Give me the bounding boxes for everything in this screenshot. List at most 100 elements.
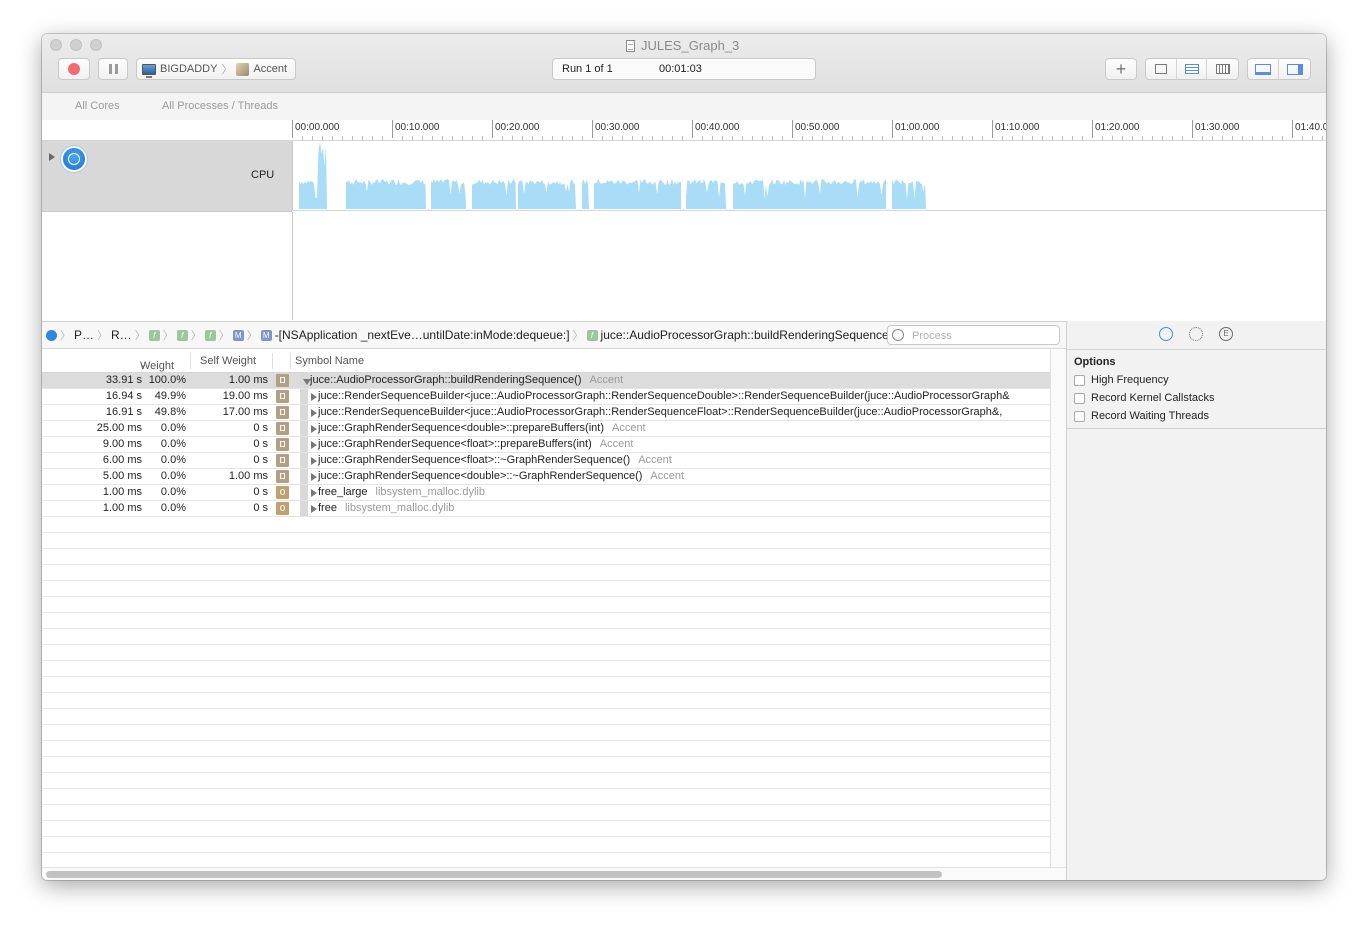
weight-cell: 9.00 ms: [102, 438, 142, 450]
right-panel-icon: [1286, 63, 1303, 75]
jump-function[interactable]: juce::AudioProcessorGraph::buildRenderin…: [601, 328, 897, 342]
gear-icon[interactable]: [1189, 327, 1203, 341]
jump-thread[interactable]: R…: [111, 328, 132, 342]
self-weight-column-header[interactable]: Self Weight: [200, 355, 256, 367]
jump-process[interactable]: P…: [74, 328, 94, 342]
ruler-minor-tick: [622, 136, 623, 140]
weight-cell: 16.91 s: [105, 406, 142, 418]
high-frequency-option[interactable]: High Frequency: [1074, 374, 1169, 386]
toggle-detail-panel-button[interactable]: [1248, 59, 1279, 79]
disclosure-collapsed-icon[interactable]: [311, 393, 317, 401]
all-cores-strategy[interactable]: All Cores: [75, 100, 120, 112]
table-row[interactable]: 33.91 s 100.0% 1.00 ms juce::AudioProcessor…: [42, 373, 1050, 389]
extended-detail-tab-icon[interactable]: E: [1219, 327, 1233, 341]
table-row[interactable]: 6.00 ms 0.0% 0 s juce::GraphRenderSequence<…: [42, 453, 1050, 469]
function-icon[interactable]: f: [204, 329, 216, 341]
chevron-right-icon: 〉: [572, 330, 584, 342]
user-code-icon: [276, 438, 289, 451]
track-list-empty: [42, 212, 292, 320]
ruler-minor-tick: [842, 136, 843, 140]
empty-row: [42, 725, 1050, 741]
self-weight-cell: 0 s: [253, 502, 268, 514]
library-name: Accent: [599, 438, 634, 450]
high-frequency-checkbox[interactable]: [1074, 374, 1085, 386]
horizontal-scrollbar[interactable]: [42, 867, 1066, 880]
ruler-minor-tick: [302, 136, 303, 140]
ruler-minor-tick: [772, 136, 773, 140]
target-selector[interactable]: BIGDADDY 〉 Accent: [136, 58, 296, 80]
minimize-window-button[interactable]: [70, 39, 82, 51]
detail-view-button[interactable]: [1177, 59, 1208, 79]
record-waiting-threads-option[interactable]: Record Waiting Threads: [1074, 410, 1209, 422]
chevron-right-icon: 〉: [221, 64, 233, 76]
record-settings-button[interactable]: [1146, 59, 1177, 79]
jump-method[interactable]: -[NSApplication _nextEve…untilDate:inMod…: [275, 328, 570, 342]
zoom-window-button[interactable]: [90, 39, 102, 51]
window-title: JULES_Graph_3: [626, 38, 739, 53]
time-profiler-icon: [63, 148, 85, 170]
ruler-minor-tick: [942, 136, 943, 140]
settings-box-icon: [1154, 64, 1167, 74]
weight-percent-cell: 100.0%: [148, 374, 186, 386]
disclosure-collapsed-icon[interactable]: [311, 457, 317, 465]
run-status[interactable]: Run 1 of 1 00:01:03: [552, 58, 816, 80]
close-window-button[interactable]: [50, 39, 62, 51]
table-row[interactable]: 9.00 ms 0.0% 0 s juce::GraphRenderSequence<…: [42, 437, 1050, 453]
disclosure-collapsed-icon[interactable]: [311, 425, 317, 433]
table-row[interactable]: 16.94 s 49.9% 19.00 ms juce::RenderSequence…: [42, 389, 1050, 405]
empty-row: [42, 581, 1050, 597]
ruler-minor-tick: [432, 136, 433, 140]
table-row[interactable]: 16.91 s 49.8% 17.00 ms juce::RenderSequence…: [42, 405, 1050, 421]
chevron-right-icon: 〉: [162, 330, 174, 342]
scroll-thumb[interactable]: [46, 871, 942, 878]
disclosure-collapsed-icon[interactable]: [311, 441, 317, 449]
record-settings-tab-icon[interactable]: [1159, 327, 1173, 341]
disclosure-collapsed-icon[interactable]: [311, 473, 317, 481]
function-icon[interactable]: f: [148, 329, 160, 341]
symbol-column-header[interactable]: Symbol Name: [295, 355, 364, 367]
ruler-minor-tick: [1182, 136, 1183, 140]
record-kernel-callstacks-option[interactable]: Record Kernel Callstacks: [1074, 392, 1215, 404]
cpu-activity-segment: [733, 179, 886, 209]
disclosure-collapsed-icon[interactable]: [311, 409, 317, 417]
empty-row: [42, 629, 1050, 645]
track-graph-empty: [292, 212, 1326, 320]
table-row[interactable]: 1.00 ms 0.0% 0 s free libsystem_malloc.dylib: [42, 501, 1050, 517]
disclosure-collapsed-icon[interactable]: [311, 505, 317, 513]
vertical-scrollbar[interactable]: [1050, 350, 1066, 867]
target-name: Accent: [253, 63, 288, 75]
ruler-minor-tick: [1172, 136, 1173, 140]
method-icon[interactable]: M: [232, 329, 244, 341]
record-kernel-callstacks-checkbox[interactable]: [1074, 392, 1085, 404]
ruler-minor-tick: [732, 136, 733, 140]
function-icon[interactable]: f: [176, 329, 188, 341]
ruler-tick-label: 01:00.000: [895, 122, 940, 133]
extended-detail-button[interactable]: [1207, 59, 1238, 79]
cpu-track-graph[interactable]: [292, 141, 1326, 211]
ruler-minor-tick: [502, 136, 503, 140]
table-row[interactable]: 5.00 ms 0.0% 1.00 ms juce::GraphRenderSeque…: [42, 469, 1050, 485]
table-row[interactable]: 1.00 ms 0.0% 0 s free_large libsystem_malloc…: [42, 485, 1050, 501]
all-processes-strategy[interactable]: All Processes / Threads: [162, 100, 278, 112]
process-filter-input[interactable]: [910, 327, 1054, 345]
table-row[interactable]: 25.00 ms 0.0% 0 s juce::GraphRenderSequence…: [42, 421, 1050, 437]
ruler-tick: 01:30.000: [1192, 120, 1240, 138]
ruler-minor-tick: [472, 136, 473, 140]
disclosure-collapsed-icon[interactable]: [311, 489, 317, 497]
time-ruler[interactable]: 00:00.000 00:10.000 00:20.000 00:30.000 00:4…: [292, 120, 1326, 141]
pause-button[interactable]: [98, 58, 128, 80]
toggle-inspector-button[interactable]: [1279, 59, 1310, 79]
bottom-panel-icon: [1255, 63, 1271, 75]
add-instrument-button[interactable]: +: [1105, 58, 1137, 80]
target-icon[interactable]: [46, 329, 57, 341]
ruler-tick-label: 01:20.000: [1095, 122, 1140, 133]
cpu-activity-segment: [346, 179, 426, 209]
call-tree-table[interactable]: 33.91 s 100.0% 1.00 ms juce::AudioProcessor…: [42, 373, 1050, 869]
record-button[interactable]: [58, 58, 90, 80]
track-header-cpu[interactable]: CPU: [42, 141, 292, 212]
weight-percent-cell: 0.0%: [160, 486, 186, 498]
weight-percent-cell: 0.0%: [160, 454, 186, 466]
disclosure-triangle-icon[interactable]: [49, 153, 55, 161]
empty-row: [42, 661, 1050, 677]
record-waiting-threads-checkbox[interactable]: [1074, 410, 1085, 422]
